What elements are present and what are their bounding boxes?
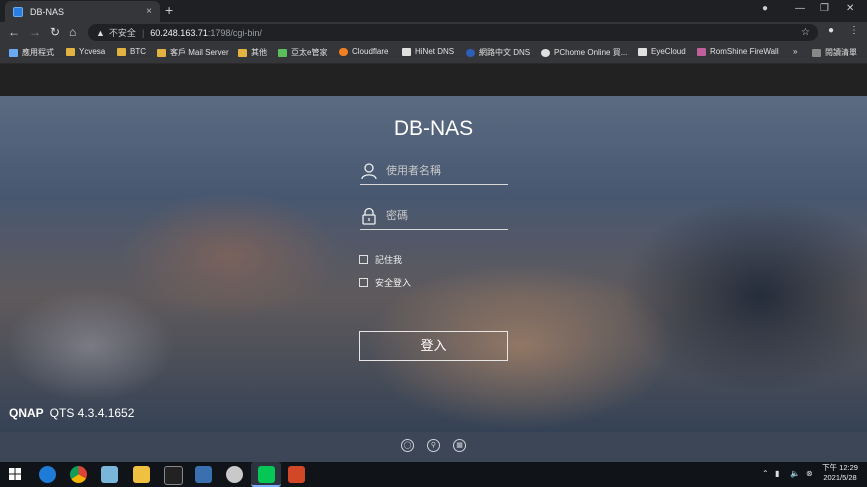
- url-bar[interactable]: ▲ 不安全 | 60.248.163.71 :1798/cgi-bin/ ☆: [88, 24, 818, 41]
- bookmark-link[interactable]: Cloudflare: [339, 47, 388, 56]
- remote-desktop-icon[interactable]: [195, 466, 212, 483]
- bookmarks-more-button[interactable]: »: [793, 47, 797, 56]
- page-title: DB-NAS: [393, 117, 474, 140]
- app-icon[interactable]: [101, 466, 118, 483]
- app-icon[interactable]: [226, 466, 243, 483]
- file-explorer-icon[interactable]: [133, 466, 150, 483]
- reading-list-icon: [812, 48, 821, 57]
- cloudflare-icon: [339, 47, 348, 56]
- app-store-icon[interactable]: ▦: [453, 439, 466, 452]
- powerpoint-icon[interactable]: [288, 466, 305, 483]
- tab-search-icon[interactable]: ●: [762, 3, 768, 14]
- warning-icon[interactable]: ▲: [96, 28, 105, 38]
- reading-list-button[interactable]: 閱讀清單: [812, 47, 857, 58]
- restore-icon[interactable]: ❐: [820, 3, 829, 14]
- secure-login-checkbox[interactable]: [359, 278, 368, 287]
- bookmark-star-icon[interactable]: ☆: [801, 27, 810, 38]
- back-icon[interactable]: ←: [8, 25, 20, 39]
- insecure-label: 不安全: [108, 28, 136, 38]
- remember-me-label: 記住我: [375, 255, 403, 265]
- brand-version: QNAP QTS 4.3.4.1652: [9, 406, 134, 420]
- secure-login-option[interactable]: 安全登入: [359, 276, 411, 289]
- tray-chevron-icon[interactable]: ⌃: [762, 469, 769, 478]
- network-icon[interactable]: ⊗: [806, 469, 813, 478]
- forward-icon[interactable]: →: [29, 25, 41, 39]
- browser-tab[interactable]: DB-NAS ×: [5, 1, 160, 22]
- clock-time: 下午 12:29: [822, 463, 858, 472]
- bookmark-folder[interactable]: 其他: [238, 47, 267, 58]
- taskbar-clock[interactable]: 下午 12:29 2021/5/28: [818, 463, 862, 483]
- url-host: 60.248.163.71: [150, 27, 208, 38]
- bookmark-folder[interactable]: Ycvesa: [66, 47, 105, 56]
- bookmark-link[interactable]: EyeCloud: [638, 47, 686, 56]
- folder-icon: [66, 47, 75, 56]
- line-icon[interactable]: [258, 466, 275, 483]
- qfinder-icon[interactable]: ◯: [401, 439, 414, 452]
- globe-icon: [466, 48, 475, 57]
- profile-icon[interactable]: ●: [828, 25, 834, 36]
- chrome-icon[interactable]: [70, 466, 87, 483]
- new-tab-button[interactable]: +: [165, 3, 173, 17]
- browser-tab-bar: DB-NAS × + ● — ❐ ✕: [0, 0, 867, 22]
- bookmark-link[interactable]: RomShine FireWall: [697, 47, 779, 56]
- login-background: [0, 96, 867, 432]
- password-input[interactable]: [386, 207, 506, 225]
- site-icon: [278, 48, 287, 57]
- login-button[interactable]: 登入: [359, 331, 508, 361]
- bookmark-link[interactable]: 亞太e管家: [278, 47, 327, 58]
- bookmark-link[interactable]: HiNet DNS: [402, 47, 454, 56]
- close-tab-icon[interactable]: ×: [142, 6, 156, 17]
- bookmark-folder[interactable]: BTC: [117, 47, 146, 56]
- site-icon: [638, 47, 647, 56]
- bookmark-folder[interactable]: 客戶 Mail Server: [157, 47, 229, 58]
- bookmark-link[interactable]: PChome Online 買...: [541, 47, 627, 58]
- folder-icon: [157, 48, 166, 57]
- site-icon: [402, 47, 411, 56]
- menu-icon[interactable]: ⋮: [849, 25, 859, 36]
- windows-start-icon[interactable]: [9, 468, 21, 480]
- address-toolbar: ← → ↻ ⌂ ▲ 不安全 | 60.248.163.71 :1798/cgi-…: [0, 22, 867, 43]
- user-icon: [361, 163, 377, 180]
- volume-icon[interactable]: 🔈: [790, 469, 800, 478]
- search-app-icon[interactable]: ⚲: [427, 439, 440, 452]
- password-field: [360, 205, 508, 230]
- bookmark-apps[interactable]: 應用程式: [9, 47, 54, 58]
- page-header-strip: [0, 64, 867, 96]
- folder-icon: [117, 47, 126, 56]
- home-icon[interactable]: ⌂: [69, 25, 76, 39]
- bookmark-link[interactable]: 網路中文 DNS: [466, 47, 530, 58]
- url-path: :1798/cgi-bin/: [207, 27, 262, 38]
- reload-icon[interactable]: ↻: [50, 25, 60, 39]
- tab-title: DB-NAS: [30, 6, 65, 17]
- close-window-icon[interactable]: ✕: [846, 3, 854, 14]
- remember-me-option[interactable]: 記住我: [359, 253, 402, 266]
- secure-login-label: 安全登入: [375, 278, 412, 288]
- username-input[interactable]: [386, 162, 506, 180]
- battery-icon[interactable]: ▮: [775, 469, 779, 478]
- terminal-icon[interactable]: [164, 466, 183, 485]
- windows-taskbar: [0, 462, 867, 487]
- clock-date: 2021/5/28: [823, 473, 857, 482]
- qnap-favicon-icon: [13, 6, 23, 17]
- site-icon: [697, 47, 706, 56]
- remember-me-checkbox[interactable]: [359, 255, 368, 264]
- lock-icon: [362, 207, 376, 225]
- folder-icon: [238, 48, 247, 57]
- username-field: [360, 160, 508, 185]
- qnap-logo: QNAP: [9, 406, 44, 420]
- internet-explorer-icon[interactable]: [39, 466, 56, 483]
- site-icon: [541, 48, 550, 57]
- url-separator: |: [141, 27, 145, 38]
- minimize-icon[interactable]: —: [795, 3, 805, 14]
- qts-version: QTS 4.3.4.1652: [49, 406, 135, 420]
- bookmarks-bar: 應用程式 Ycvesa BTC 客戶 Mail Server 其他 亞太e管家 …: [0, 43, 867, 64]
- apps-grid-icon: [9, 48, 18, 57]
